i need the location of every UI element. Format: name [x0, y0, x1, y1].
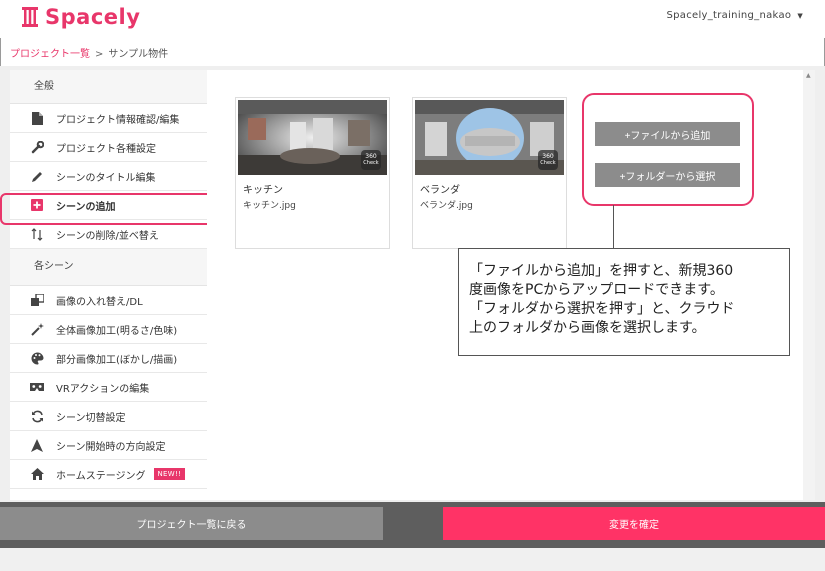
breadcrumb-project-list[interactable]: プロジェクト一覧: [10, 49, 90, 60]
caret-down-icon: ▼: [797, 11, 803, 20]
bottom-strip: [0, 548, 825, 571]
check-360-badge[interactable]: 360 Check: [538, 150, 558, 170]
scene-title: ベランダ: [420, 185, 460, 196]
sidebar-item-label: プロジェクト各種設定: [56, 143, 156, 155]
sidebar-item-project-settings[interactable]: プロジェクト各種設定: [10, 133, 207, 162]
magic-wand-icon: [30, 322, 44, 336]
sidebar: 全般 プロジェクト情報確認/編集 プロジェクト各種設定 シーンのタイトル編集 シ…: [10, 70, 207, 500]
sidebar-item-scene-switch[interactable]: シーン切替設定: [10, 402, 207, 431]
sidebar-item-label: シーン切替設定: [56, 412, 126, 424]
add-scene-highlight: [0, 193, 213, 225]
sidebar-heading-scenes: 各シーン: [10, 249, 207, 286]
logo-text: Spacely: [45, 5, 141, 29]
user-menu[interactable]: Spacely_training_nakao ▼: [666, 10, 803, 21]
instruction-callout: 「ファイルから追加」を押すと、新規360 度画像をPCからアップロードできます。…: [458, 248, 790, 356]
breadcrumb-current: サンプル物件: [108, 49, 169, 60]
add-from-folder-button[interactable]: +フォルダーから選択: [595, 163, 740, 187]
sidebar-item-label: シーンの削除/並べ替え: [56, 230, 159, 242]
vr-goggles-icon: [30, 380, 44, 394]
palette-icon: [30, 351, 44, 365]
sidebar-item-image-adjust[interactable]: 全体画像加工(明るさ/色味): [10, 315, 207, 344]
sidebar-heading-general: 全般: [10, 70, 207, 104]
wrench-icon: [30, 140, 44, 154]
user-name: Spacely_training_nakao: [666, 10, 792, 21]
sidebar-item-label: VRアクションの編集: [56, 383, 150, 395]
sidebar-item-label: シーンのタイトル編集: [56, 172, 156, 184]
scroll-up-icon: ▲: [806, 72, 811, 79]
scene-filename: ベランダ.jpg: [420, 201, 473, 211]
direction-arrow-icon: [30, 438, 44, 452]
logo[interactable]: Spacely: [22, 5, 140, 29]
document-icon: [30, 111, 44, 125]
callout-line: 「ファイルから追加」を押すと、新規360: [469, 263, 734, 279]
add-buttons-highlight: [582, 93, 754, 206]
sidebar-item-label: シーン開始時の方向設定: [56, 441, 166, 453]
sidebar-item-label: ホームステージング: [56, 470, 146, 482]
scrollbar[interactable]: ▲: [803, 70, 815, 500]
sidebar-item-label: 全体画像加工(明るさ/色味): [56, 325, 178, 337]
callout-line: 「フォルダから選択を押す」と、クラウド: [469, 301, 735, 317]
badge-check-text: Check: [540, 160, 556, 166]
scene-filename: キッチン.jpg: [243, 201, 296, 211]
check-360-badge[interactable]: 360 Check: [361, 150, 381, 170]
breadcrumb-separator: >: [95, 49, 104, 60]
sidebar-item-project-info[interactable]: プロジェクト情報確認/編集: [10, 104, 207, 133]
pencil-icon: [30, 169, 44, 183]
home-icon: [30, 467, 44, 481]
scene-thumbnail-veranda: 360 Check: [415, 100, 564, 175]
sort-arrows-icon: [30, 227, 44, 241]
badge-check-text: Check: [363, 160, 379, 166]
callout-connector: [613, 205, 614, 248]
scene-thumbnail-kitchen: 360 Check: [238, 100, 387, 175]
back-to-projects-button[interactable]: プロジェクト一覧に戻る: [0, 507, 383, 540]
pillar-logo-icon: [22, 6, 38, 28]
callout-line: 上のフォルダから画像を選択します。: [469, 320, 706, 336]
sidebar-item-vr-action[interactable]: VRアクションの編集: [10, 373, 207, 402]
add-from-file-button[interactable]: +ファイルから追加: [595, 122, 740, 146]
image-swap-icon: [30, 293, 44, 307]
sidebar-item-image-swap[interactable]: 画像の入れ替え/DL: [10, 286, 207, 315]
sidebar-item-home-staging[interactable]: ホームステージング NEW!!: [10, 460, 207, 489]
callout-line: 度画像をPCからアップロードできます。: [469, 282, 724, 298]
scene-card-kitchen[interactable]: 360 Check キッチン キッチン.jpg: [235, 97, 390, 249]
sidebar-item-partial-edit[interactable]: 部分画像加工(ぼかし/描画): [10, 344, 207, 373]
scene-title: キッチン: [243, 185, 283, 196]
sidebar-item-label: プロジェクト情報確認/編集: [56, 114, 180, 126]
sidebar-item-label: 画像の入れ替え/DL: [56, 296, 143, 308]
new-badge: NEW!!: [153, 468, 186, 480]
breadcrumb: プロジェクト一覧 > サンプル物件: [10, 45, 168, 60]
sidebar-item-scene-title[interactable]: シーンのタイトル編集: [10, 162, 207, 191]
badge-360-text: 360: [542, 153, 554, 160]
confirm-changes-button[interactable]: 変更を確定: [443, 507, 825, 540]
sidebar-item-start-direction[interactable]: シーン開始時の方向設定: [10, 431, 207, 460]
refresh-icon: [30, 409, 44, 423]
app-header: Spacely Spacely_training_nakao ▼: [0, 0, 825, 38]
badge-360-text: 360: [365, 153, 377, 160]
scene-card-veranda[interactable]: 360 Check ベランダ ベランダ.jpg: [412, 97, 567, 249]
sidebar-item-label: 部分画像加工(ぼかし/描画): [56, 354, 178, 366]
